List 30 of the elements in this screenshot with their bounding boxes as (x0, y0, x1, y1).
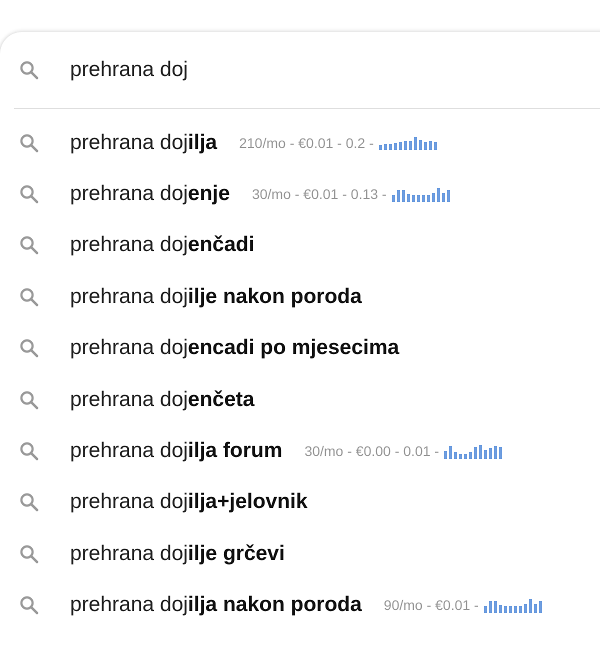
keyword-metrics: 30/mo - €0.00 - 0.01 - (304, 443, 440, 460)
keyword-metrics: 210/mo - €0.01 - 0.2 - (239, 134, 374, 151)
search-icon (19, 286, 39, 307)
search-field[interactable]: prehrana doj (70, 55, 520, 85)
trend-sparkline (444, 444, 504, 459)
suggestion-item[interactable]: prehrana dojilja (70, 130, 218, 155)
search-icon (19, 235, 39, 256)
search-icon (19, 441, 39, 462)
suggestion-item[interactable]: prehrana dojenčadi (70, 233, 254, 258)
suggestion-item[interactable]: prehrana dojenčeta (70, 388, 254, 412)
suggestion-item[interactable]: prehrana dojilje grčevi (70, 542, 285, 566)
suggestion-item[interactable]: prehrana dojilja+jelovnik (70, 490, 308, 514)
search-icon (19, 338, 39, 358)
trend-sparkline (378, 135, 439, 150)
search-icon (19, 544, 39, 564)
search-icon (19, 184, 39, 204)
search-icon (19, 595, 39, 616)
search-icon (19, 492, 39, 512)
suggestion-item[interactable]: prehrana dojilja nakon poroda (70, 593, 362, 618)
search-icon (19, 132, 39, 153)
trend-sparkline (484, 598, 544, 613)
suggestion-item[interactable]: prehrana dojilja forum (70, 439, 282, 464)
suggestion-item[interactable]: prehrana dojilje nakon poroda (70, 284, 362, 309)
search-icon (19, 390, 39, 410)
keyword-metrics: 90/mo - €0.01 - (384, 597, 479, 614)
search-icon (19, 60, 39, 80)
suggestion-item[interactable]: prehrana dojencadi po mjesecima (70, 336, 400, 360)
keyword-metrics: 30/mo - €0.01 - 0.13 - (252, 186, 387, 202)
trend-sparkline (392, 186, 452, 202)
suggestion-item[interactable]: prehrana dojenje (70, 182, 230, 206)
